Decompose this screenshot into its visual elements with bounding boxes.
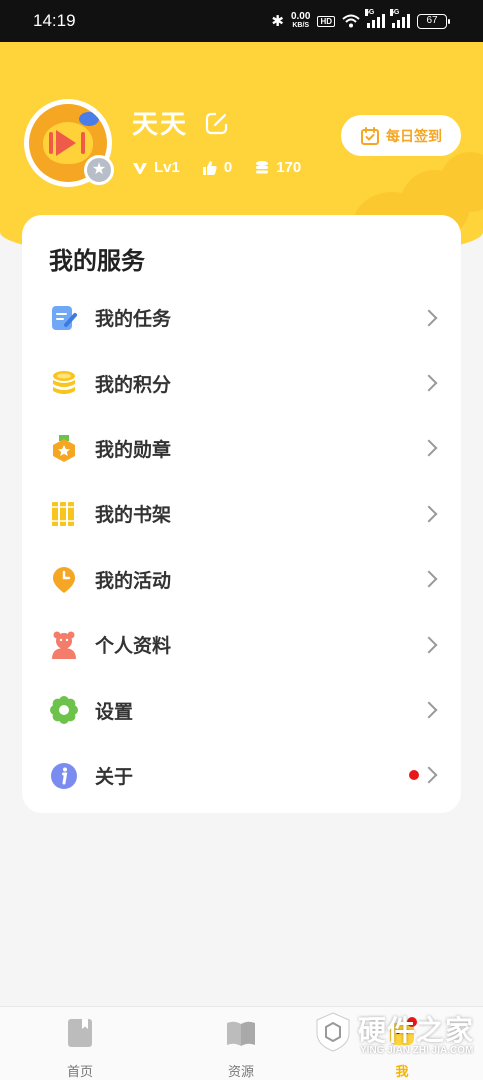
menu-label: 关于: [95, 765, 134, 788]
medal-icon: [53, 434, 75, 462]
daily-checkin-button[interactable]: 每日签到: [341, 115, 461, 156]
hd-icon: HD: [317, 15, 335, 27]
info-icon: [51, 762, 77, 789]
status-time: 14:19: [33, 11, 76, 30]
chevron-right-icon: [420, 701, 438, 719]
watermark-sub: YING JIAN ZHI JIA.COM: [360, 1045, 474, 1056]
checkin-label: 每日签到: [386, 128, 442, 145]
signal-1-icon: 5G: [365, 9, 385, 28]
notification-dot: [409, 770, 419, 781]
shield-logo-icon: [316, 1012, 350, 1052]
battery-icon: 67: [417, 13, 450, 29]
chevron-right-icon: [420, 570, 438, 588]
net-speed: 0.00 KB/S: [291, 12, 310, 30]
status-icons: ✱ 0.00 KB/S HD 5G 5G 67: [271, 9, 450, 30]
wifi-icon: [342, 14, 360, 28]
nav-resources[interactable]: 资源: [201, 1017, 281, 1080]
watermark-brand: 硬件之家: [358, 1014, 475, 1047]
menu-label: 我的书架: [95, 504, 172, 527]
chevron-right-icon: [420, 505, 438, 523]
menu-item-tasks[interactable]: 我的任务: [22, 285, 461, 350]
status-bar: 14:19 ✱ 0.00 KB/S HD 5G 5G 67: [0, 0, 483, 42]
nav-home[interactable]: 首页: [40, 1017, 120, 1080]
chevron-right-icon: [420, 374, 438, 392]
level-star-badge-icon: ★: [84, 155, 114, 185]
services-menu: 我的任务 我的积分 我的勋章 我的书架 我的活动 个人资料 设置 关于: [22, 285, 461, 808]
bluetooth-icon: ✱: [271, 11, 284, 30]
likes-stat: 0: [202, 159, 232, 176]
net-speed-unit: KB/S: [292, 22, 310, 29]
menu-label: 我的积分: [95, 373, 172, 396]
nav-label: 首页: [66, 1065, 93, 1080]
chevron-right-icon: [420, 309, 438, 327]
menu-item-points[interactable]: 我的积分: [22, 350, 461, 415]
services-title: 我的服务: [49, 247, 145, 275]
vip-v-icon: [133, 162, 147, 174]
level-stat: Lv1: [132, 159, 180, 176]
username: 天天: [132, 110, 189, 140]
watermark: 硬件之家 YING JIAN ZHI JIA.COM: [314, 1005, 474, 1065]
user-stats: Lv1 0 170: [132, 159, 323, 176]
chevron-right-icon: [420, 636, 438, 654]
menu-item-activities[interactable]: 我的活动: [22, 547, 461, 612]
points-stat: 170: [254, 159, 301, 176]
avatar[interactable]: ★: [24, 99, 114, 187]
signal-2-icon: 5G: [390, 9, 410, 28]
menu-item-bookshelf[interactable]: 我的书架: [22, 481, 461, 546]
activity-icon: [53, 566, 75, 593]
coins-icon: [53, 371, 75, 395]
menu-label: 设置: [95, 700, 134, 723]
chevron-right-icon: [420, 439, 438, 457]
net-speed-value: 0.00: [290, 11, 311, 22]
menu-label: 我的活动: [95, 569, 172, 592]
coin-stack-icon: [256, 160, 269, 173]
menu-item-medals[interactable]: 我的勋章: [22, 416, 461, 481]
thumbs-up-icon: [202, 160, 217, 175]
chevron-right-icon: [420, 766, 438, 784]
home-book-icon: [68, 1019, 92, 1047]
likes-value: 0: [223, 159, 233, 176]
nav-label: 资源: [227, 1065, 254, 1080]
services-card: 我的服务 我的任务 我的积分 我的勋章 我的书架 我的活动 个人资料 设置 关于: [22, 215, 461, 813]
bookshelf-icon: [52, 502, 74, 527]
menu-item-settings[interactable]: 设置: [22, 677, 461, 742]
settings-icon: [50, 696, 78, 725]
menu-label: 我的任务: [95, 308, 172, 331]
edit-icon[interactable]: [204, 110, 230, 136]
profile-icon: [52, 631, 76, 659]
menu-label: 我的勋章: [95, 438, 172, 461]
level-value: Lv1: [154, 159, 180, 176]
points-value: 170: [276, 159, 302, 176]
task-icon: [52, 306, 77, 330]
menu-item-profile[interactable]: 个人资料: [22, 612, 461, 677]
menu-item-about[interactable]: 关于: [22, 743, 461, 808]
menu-label: 个人资料: [95, 635, 172, 658]
resource-book-icon: [227, 1021, 255, 1046]
calendar-check-icon: [361, 126, 379, 145]
